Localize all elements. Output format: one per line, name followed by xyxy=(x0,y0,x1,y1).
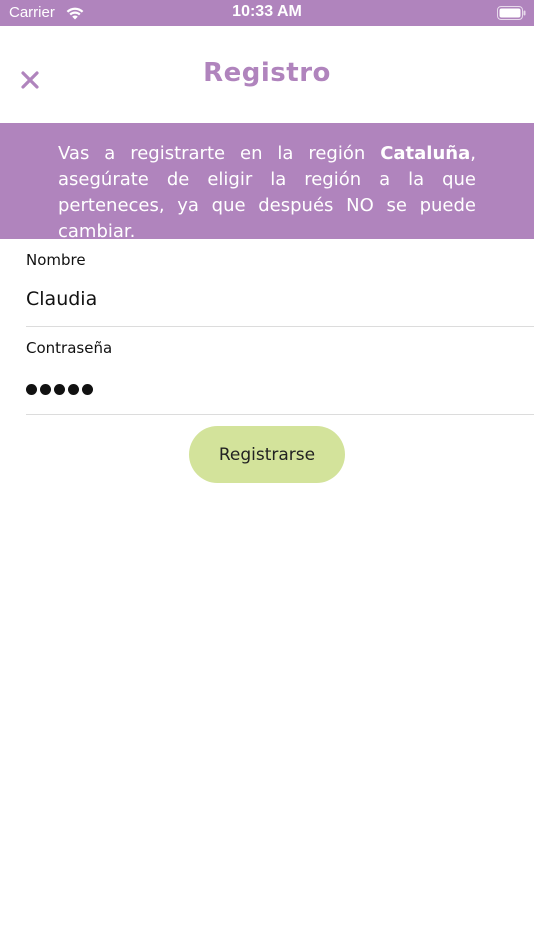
password-dot xyxy=(40,383,51,395)
password-label: Contraseña xyxy=(26,339,113,357)
password-field[interactable] xyxy=(26,376,93,402)
status-bar: Carrier 10:33 AM xyxy=(0,0,534,26)
banner-text-start: Vas a registrarte en la región xyxy=(58,143,381,164)
banner-region-name: Cataluña xyxy=(380,143,471,164)
password-dot xyxy=(54,383,65,395)
password-divider xyxy=(26,414,534,415)
password-dot xyxy=(82,383,93,395)
name-field[interactable] xyxy=(26,279,534,319)
password-dot xyxy=(68,383,79,395)
region-info-banner: Vas a registrarte en la región Cataluña,… xyxy=(0,123,534,242)
password-dot xyxy=(26,383,37,395)
name-label: Nombre xyxy=(26,251,86,269)
status-time: 10:33 AM xyxy=(232,3,302,20)
nav-bar: Registro xyxy=(0,26,534,123)
name-divider xyxy=(26,326,534,327)
register-button[interactable]: Registrarse xyxy=(189,426,345,483)
page-title: Registro xyxy=(203,58,331,88)
battery-icon xyxy=(497,6,526,20)
